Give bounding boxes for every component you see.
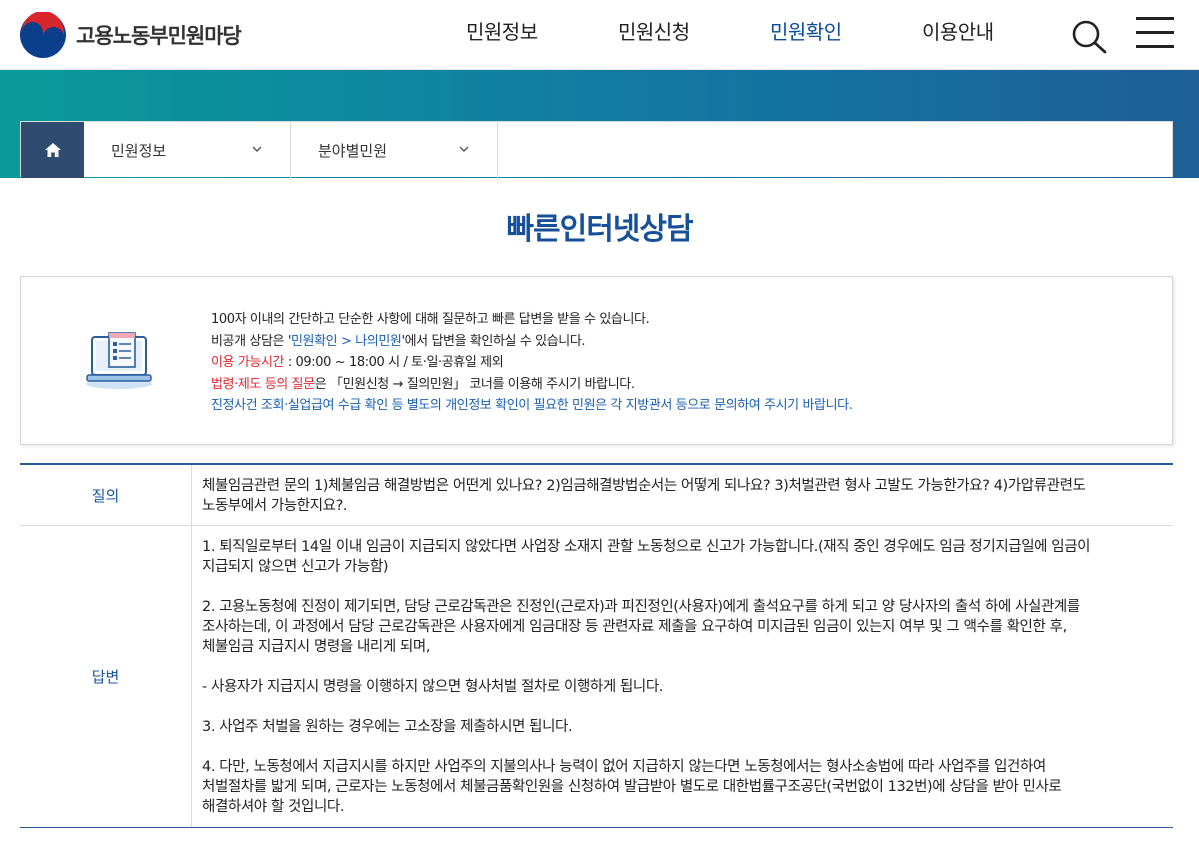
info-line-1: 100자 이내의 간단하고 단순한 사항에 대해 질문하고 빠른 답변을 받을 … <box>211 312 650 327</box>
info-text: 100자 이내의 간단하고 단순한 사항에 대해 질문하고 빠른 답변을 받을 … <box>211 309 853 417</box>
answer-paragraph: 4. 다만, 노동청에서 지급지시를 하지만 사업주의 지불의사나 능력이 없어… <box>202 759 1062 815</box>
main-nav: 민원정보 민원신청 민원확인 이용안내 <box>0 16 1199 46</box>
answer-paragraph: 1. 퇴직일로부터 14일 이내 임금이 지급되지 않았다면 사업장 소재지 관… <box>202 539 1091 575</box>
info-line-2: 비공개 상담은 '민원확인 > 나의민원'에서 답변을 확인하실 수 있습니다. <box>211 331 852 353</box>
question-text: 체불임금관련 문의 1)체불임금 해결방법은 어떤게 있나요? 2)임금해결방법… <box>202 478 1086 514</box>
info-notice: 진정사건 조회·실업급여 수급 확인 등 별도의 개인정보 확인이 필요한 민원… <box>211 398 853 413</box>
info-line-2-prefix: 비공개 상담은 ' <box>211 333 291 349</box>
site-header: 고용노동부민원마당 민원정보 민원신청 민원확인 이용안내 <box>0 0 1199 70</box>
nav-item-info[interactable]: 민원정보 <box>466 16 538 45</box>
nav-item-guide[interactable]: 이용안내 <box>922 16 994 45</box>
breadcrumb-level1-label: 민원정보 <box>111 142 167 160</box>
laptop-form-icon <box>86 332 152 389</box>
law-value: 은 「민원신청 → 질의민원」 코너를 이용해 주시기 바랍니다. <box>314 376 635 392</box>
answer-paragraph: 2. 고용노동청에 진정이 제기되면, 담당 근로감독관은 진정인(근로자)과 … <box>202 599 1080 655</box>
answer-paragraph: 3. 사업주 처벌을 원하는 경우에는 고소장을 제출하시면 됩니다. <box>202 719 573 735</box>
info-line-hours: 이용 가능시간 : 09:00 ~ 18:00 시 / 토·일·공휴일 제외 <box>211 352 852 374</box>
breadcrumb-level1-select[interactable]: 민원정보 <box>84 122 291 178</box>
search-icon[interactable] <box>1070 18 1108 54</box>
breadcrumb-level2-select[interactable]: 분야별민원 <box>291 122 498 178</box>
hamburger-menu-icon[interactable] <box>1136 17 1174 49</box>
question-body: 체불임금관련 문의 1)체불임금 해결방법은 어떤게 있나요? 2)임금해결방법… <box>20 465 1173 525</box>
breadcrumb-home[interactable] <box>21 122 84 178</box>
question-row: 질의 체불임금관련 문의 1)체불임금 해결방법은 어떤게 있나요? 2)임금해… <box>20 465 1173 526</box>
hours-value: : 09:00 ~ 18:00 시 / 토·일·공휴일 제외 <box>284 355 504 370</box>
law-label: 법령·제도 등의 질문 <box>211 376 315 392</box>
answer-body: 1. 퇴직일로부터 14일 이내 임금이 지급되지 않았다면 사업장 소재지 관… <box>20 526 1173 827</box>
breadcrumb: 민원정보 분야별민원 <box>20 121 1173 178</box>
chevron-down-icon <box>459 146 469 152</box>
nav-item-apply[interactable]: 민원신청 <box>618 16 690 45</box>
answer-paragraph: - 사용자가 지급지시 명령을 이행하지 않으면 형사처벌 절차로 이행하게 됩… <box>202 679 664 695</box>
nav-item-check[interactable]: 민원확인 <box>770 16 842 45</box>
home-icon <box>44 143 61 157</box>
hours-label: 이용 가능시간 <box>211 355 285 370</box>
info-line-law: 법령·제도 등의 질문은 「민원신청 → 질의민원」 코너를 이용해 주시기 바… <box>211 374 852 396</box>
info-line-2-suffix: '에서 답변을 확인하실 수 있습니다. <box>401 333 586 349</box>
answer-row: 답변 1. 퇴직일로부터 14일 이내 임금이 지급되지 않았다면 사업장 소재… <box>20 526 1173 827</box>
qa-table: 질의 체불임금관련 문의 1)체불임금 해결방법은 어떤게 있나요? 2)임금해… <box>20 463 1173 828</box>
info-box: 100자 이내의 간단하고 단순한 사항에 대해 질문하고 빠른 답변을 받을 … <box>20 276 1173 445</box>
my-complaint-link[interactable]: 민원확인 > 나의민원 <box>291 334 402 349</box>
chevron-down-icon <box>252 146 262 152</box>
breadcrumb-level2-label: 분야별민원 <box>318 142 388 160</box>
page-title: 빠른인터넷상담 <box>506 212 693 247</box>
